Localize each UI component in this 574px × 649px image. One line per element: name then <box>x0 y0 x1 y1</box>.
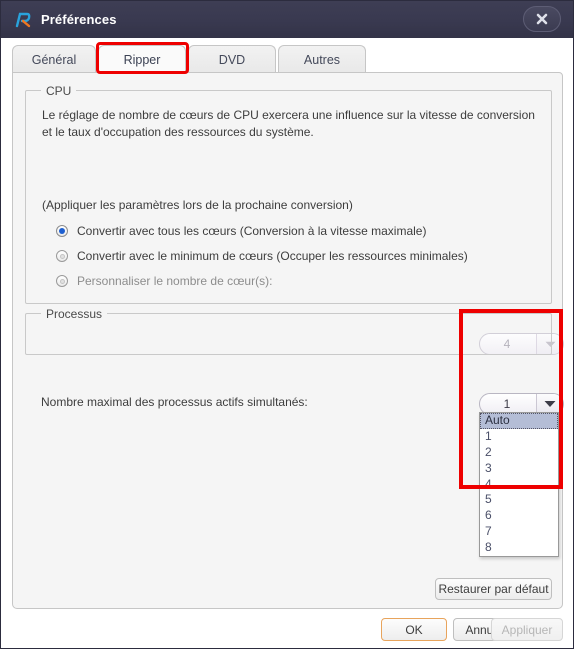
close-icon[interactable] <box>523 6 561 32</box>
tab-autres[interactable]: Autres <box>278 45 366 74</box>
window-title: Préférences <box>41 12 117 27</box>
radio-min-cores[interactable]: Convertir avec le minimum de cœurs (Occu… <box>56 249 468 263</box>
processus-combo-dropdown[interactable]: Auto 1 2 3 4 5 6 7 8 <box>479 412 559 558</box>
chevron-down-icon[interactable] <box>536 394 563 414</box>
radio-min-cores-indicator[interactable] <box>56 250 68 262</box>
radio-all-cores-indicator[interactable] <box>56 225 68 237</box>
tab-ripper-label: Ripper <box>123 53 161 67</box>
tab-dvd-label: DVD <box>218 53 246 67</box>
cpu-group: CPU Le réglage de nombre de cœurs de CPU… <box>25 84 552 304</box>
dropdown-option-5[interactable]: 5 <box>480 492 558 508</box>
tab-general-label: Général <box>31 53 77 67</box>
radio-all-cores[interactable]: Convertir avec tous les cœurs (Conversio… <box>56 224 426 238</box>
processus-combo-value: 1 <box>503 397 511 411</box>
dialog-footer: OK Annuler Appliquer <box>1 609 573 648</box>
dropdown-option-4[interactable]: 4 <box>480 477 558 493</box>
radio-all-cores-label: Convertir avec tous les cœurs (Conversio… <box>77 224 427 238</box>
dropdown-option-8[interactable]: 8 <box>480 540 558 556</box>
tab-autres-label: Autres <box>303 53 341 67</box>
processus-group-legend: Processus <box>41 307 108 321</box>
tab-strip: Général Ripper DVD Autres <box>1 38 573 74</box>
dropdown-option-auto[interactable]: Auto <box>480 413 558 429</box>
tab-general[interactable]: Général <box>12 45 96 74</box>
restore-defaults-button[interactable]: Restaurer par défaut <box>435 578 552 600</box>
dropdown-option-3[interactable]: 3 <box>480 461 558 477</box>
cpu-apply-note: (Appliquer les paramètres lors de la pro… <box>42 198 353 212</box>
processus-label: Nombre maximal des processus actifs simu… <box>41 395 308 409</box>
app-logo-icon <box>14 11 32 29</box>
dropdown-option-6[interactable]: 6 <box>480 508 558 524</box>
title-bar: Préférences <box>1 1 573 38</box>
processus-group: Processus <box>25 307 552 355</box>
dropdown-option-7[interactable]: 7 <box>480 524 558 540</box>
preferences-dialog: Préférences Général Ripper DVD Autres CP… <box>0 0 574 649</box>
cpu-group-legend: CPU <box>41 84 77 98</box>
ok-button[interactable]: OK <box>381 618 447 641</box>
dropdown-option-1[interactable]: 1 <box>480 429 558 445</box>
dropdown-option-2[interactable]: 2 <box>480 445 558 461</box>
radio-custom-cores-label: Personnaliser le nombre de cœur(s): <box>77 274 273 288</box>
cpu-description: Le réglage de nombre de cœurs de CPU exe… <box>42 108 535 139</box>
radio-custom-cores-indicator[interactable] <box>56 275 68 287</box>
apply-button: Appliquer <box>491 618 563 641</box>
tab-dvd[interactable]: DVD <box>188 45 276 74</box>
tab-content-panel: CPU Le réglage de nombre de cœurs de CPU… <box>12 72 564 609</box>
radio-min-cores-label: Convertir avec le minimum de cœurs (Occu… <box>77 249 468 263</box>
tab-ripper[interactable]: Ripper <box>98 45 186 74</box>
radio-custom-cores[interactable]: Personnaliser le nombre de cœur(s): <box>56 274 272 288</box>
